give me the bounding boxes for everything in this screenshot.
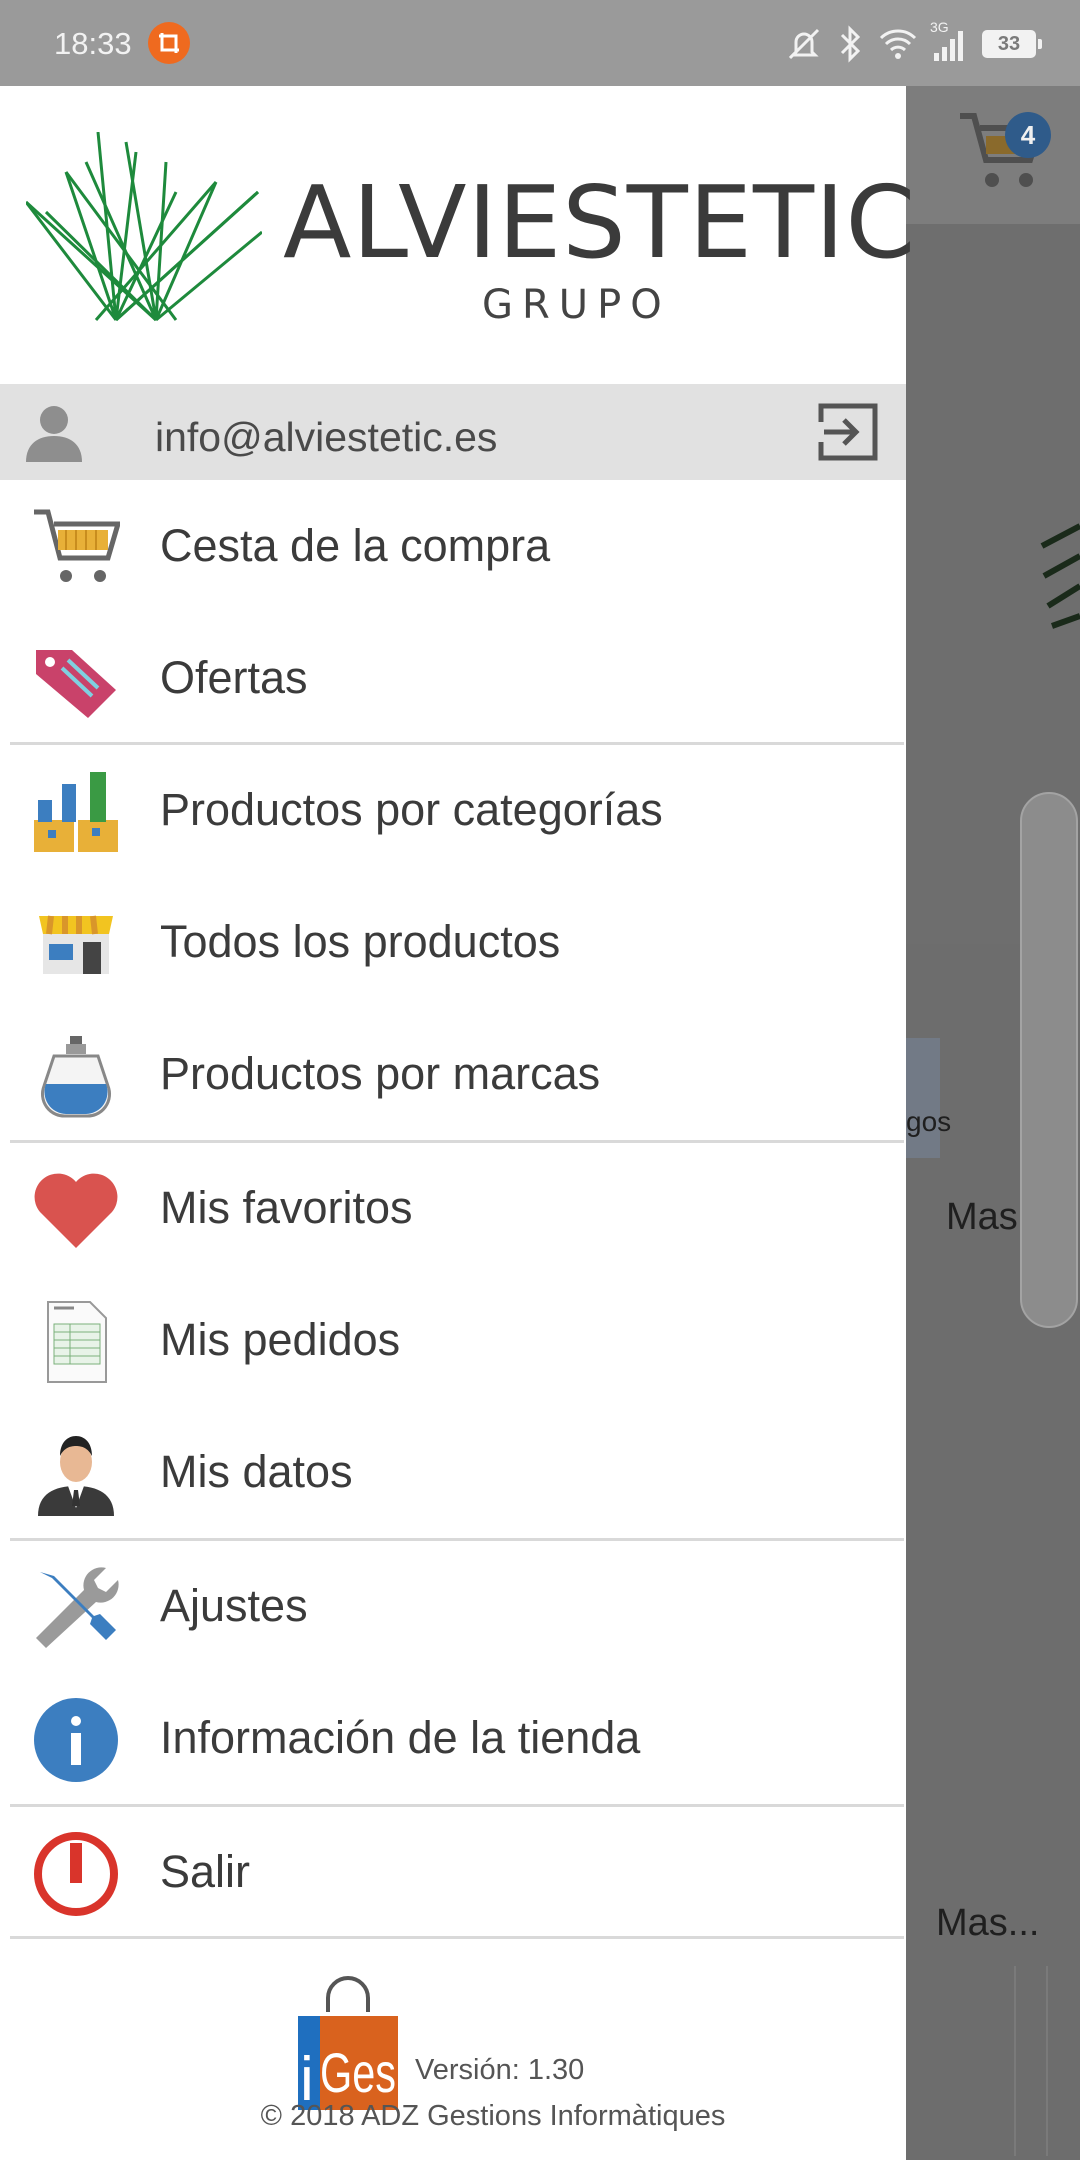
menu-item-label: Productos por categorías — [160, 784, 663, 835]
menu-item-label: Mis favoritos — [160, 1182, 413, 1233]
svg-text:Ges: Ges — [320, 2041, 396, 2104]
power-icon — [32, 1830, 120, 1918]
wrench-screwdriver-icon — [32, 1564, 120, 1652]
wifi-icon — [878, 26, 918, 62]
menu-item-store-info[interactable]: Información de la tienda — [0, 1672, 906, 1804]
iges-app-logo: i Ges — [296, 1976, 400, 2117]
shopping-cart-icon — [32, 504, 120, 592]
logout-icon — [816, 403, 878, 461]
user-profile-icon — [32, 1430, 120, 1518]
drawer-footer: i Ges Versión: 1.30 © 2018 ADZ Gestions … — [0, 1976, 906, 2160]
heart-icon — [32, 1166, 120, 1254]
status-icons: 3G 33 — [784, 19, 1042, 66]
status-bar: 18:33 3G 33 — [0, 0, 1080, 86]
battery-indicator: 33 — [982, 30, 1042, 58]
bluetooth-icon — [838, 24, 864, 64]
background-cart-badge: 4 — [1005, 112, 1051, 158]
menu-item-label: Mis datos — [160, 1446, 353, 1497]
brand-logo-icon — [24, 131, 263, 337]
account-bar: info@alviestetic.es — [0, 384, 906, 480]
signal-icon: 3G — [930, 19, 968, 63]
menu-item-cart[interactable]: Cesta de la compra — [0, 480, 906, 612]
menu-item-exit[interactable]: Salir — [0, 1806, 906, 1938]
background-scroll-panel — [1020, 792, 1078, 1328]
menu-item-favorites[interactable]: Mis favoritos — [0, 1142, 906, 1274]
account-email: info@alviestetic.es — [155, 414, 498, 460]
logout-button[interactable] — [816, 400, 880, 464]
category-boxes-icon — [32, 768, 120, 856]
menu-divider — [10, 1936, 904, 1939]
perfume-bottle-icon — [32, 1032, 120, 1120]
background-card-edge — [1014, 1966, 1016, 2156]
menu-item-label: Todos los productos — [160, 916, 561, 967]
background-category-label: gos — [906, 1106, 952, 1137]
menu-item-orders[interactable]: Mis pedidos — [0, 1274, 906, 1406]
brand-name: ALVIESTETIC — [283, 164, 917, 281]
network-type: 3G — [930, 19, 949, 35]
menu-item-label: Información de la tienda — [160, 1712, 641, 1763]
menu-item-brands[interactable]: Productos por marcas — [0, 1008, 906, 1140]
copyright-text: © 2018 ADZ Gestions Informàtiques — [260, 2100, 726, 2132]
menu-item-settings[interactable]: Ajustes — [0, 1540, 906, 1672]
store-icon — [32, 900, 120, 988]
menu-item-label: Productos por marcas — [160, 1048, 601, 1099]
app-version: Versión: 1.30 — [415, 2054, 585, 2086]
background-card-edge — [1046, 1966, 1048, 2156]
brand-subtitle: GRUPO — [482, 282, 671, 328]
background-category-image — [906, 1038, 940, 1158]
offer-tag-icon — [32, 636, 120, 724]
menu-item-label: Cesta de la compra — [160, 520, 551, 571]
user-avatar-icon — [22, 400, 86, 469]
status-time: 18:33 — [54, 26, 132, 61]
background-plant-image — [1040, 506, 1080, 671]
menu-item-label: Salir — [160, 1846, 251, 1897]
menu-item-label: Mis pedidos — [160, 1314, 401, 1365]
info-icon — [32, 1696, 120, 1784]
screenshot-app-icon — [148, 22, 190, 64]
menu-item-label: Ajustes — [160, 1580, 308, 1631]
background-more-link-2: Mas... — [936, 1902, 1040, 1944]
order-document-icon — [32, 1298, 120, 1386]
drawer-header: ALVIESTETIC GRUPO — [0, 86, 915, 384]
menu-item-categories[interactable]: Productos por categorías — [0, 744, 906, 876]
navigation-drawer: ALVIESTETIC GRUPO info@alviestetic.es Ce… — [0, 86, 915, 2160]
menu-item-my-data[interactable]: Mis datos — [0, 1406, 906, 1538]
menu-item-all-products[interactable]: Todos los productos — [0, 876, 906, 1008]
vibrate-off-icon — [784, 24, 824, 64]
menu-item-offers[interactable]: Ofertas — [0, 612, 906, 744]
menu-item-label: Ofertas — [160, 652, 308, 703]
